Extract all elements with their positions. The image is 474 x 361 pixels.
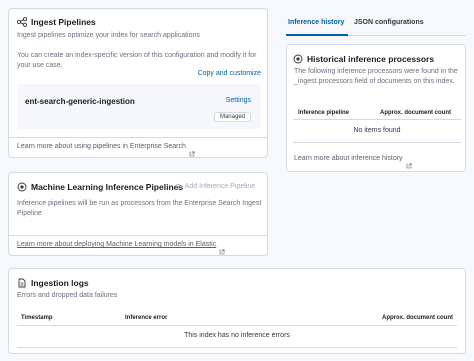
- divider: [9, 235, 267, 236]
- machine-learning-icon: [293, 54, 303, 64]
- col-timestamp: Timestamp: [21, 315, 53, 321]
- historical-title: Historical inference processors: [307, 54, 435, 64]
- col-inference-error: Inference error: [125, 315, 168, 321]
- divider: [9, 137, 267, 138]
- pipeline-name: ent-search-generic-ingestion: [25, 97, 135, 106]
- ingestion-logs-header: Ingestion logs: [17, 278, 89, 288]
- ingest-pipelines-subtitle: Ingest pipelines optimize your index for…: [17, 32, 200, 39]
- historical-empty-message: No items found: [353, 127, 401, 134]
- logs-empty-message: This index has no inference errors: [184, 332, 290, 339]
- add-inference-pipeline-label: Add Inference Pipeline: [184, 183, 256, 190]
- plus-icon: ⊕: [175, 182, 182, 191]
- ingestion-logs-subtitle: Errors and dropped data failures: [17, 292, 118, 299]
- historical-description: The following inference processors were …: [294, 68, 458, 85]
- ingestion-logs-panel: Ingestion logs Errors and dropped data f…: [8, 268, 466, 354]
- managed-badge: Managed: [213, 112, 251, 122]
- table-header-divider: [17, 325, 457, 326]
- col-inference-pipeline: Inference pipeline: [298, 110, 350, 116]
- ml-pipelines-header: Machine Learning Inference Pipelines: [17, 182, 183, 192]
- external-link-icon: [406, 156, 412, 168]
- ingestion-logs-title: Ingestion logs: [31, 278, 89, 288]
- col-document-count: Approx. document count: [380, 110, 451, 116]
- historical-inference-panel: Historical inference processors The foll…: [286, 44, 466, 172]
- machine-learning-icon: [17, 182, 27, 192]
- document-icon: [17, 278, 27, 288]
- ml-learn-more-row: Learn more about deploying Machine Learn…: [17, 241, 225, 254]
- ml-pipelines-title: Machine Learning Inference Pipelines: [31, 182, 184, 192]
- pipelines-learn-more-link[interactable]: Learn more about using pipelines in Ente…: [17, 143, 186, 150]
- right-column: Inference history JSON configurations Hi…: [286, 8, 466, 172]
- history-learn-more-link[interactable]: Learn more about inference history: [294, 155, 403, 162]
- ml-inference-pipelines-panel: Machine Learning Inference Pipelines ⊕ A…: [8, 172, 268, 256]
- table-header-divider: [293, 119, 461, 120]
- external-link-icon: [189, 144, 195, 156]
- tab-bar: Inference history JSON configurations: [286, 8, 466, 36]
- active-tab-indicator: [286, 34, 348, 36]
- ml-pipelines-description: Inference pipelines will be run as proce…: [17, 200, 262, 217]
- ingest-pipelines-panel: Ingest Pipelines Ingest pipelines optimi…: [8, 8, 268, 158]
- pipelines-learn-more-row: Learn more about using pipelines in Ente…: [17, 143, 195, 156]
- add-inference-pipeline-button[interactable]: ⊕ Add Inference Pipeline: [175, 182, 255, 191]
- external-link-icon: [219, 242, 225, 254]
- history-learn-more-row: Learn more about inference history: [294, 155, 412, 168]
- tab-inference-history[interactable]: Inference history: [288, 19, 344, 26]
- ingest-pipelines-header: Ingest Pipelines: [17, 17, 96, 27]
- pipeline-settings-link[interactable]: Settings: [226, 97, 251, 104]
- pipeline-icon: [17, 17, 27, 27]
- pipeline-card: ent-search-generic-ingestion Settings Ma…: [17, 84, 261, 129]
- ingest-pipelines-title: Ingest Pipelines: [31, 17, 96, 27]
- ingest-pipelines-description: You can create an index-specific version…: [17, 52, 257, 69]
- ml-learn-more-link[interactable]: Learn more about deploying Machine Learn…: [17, 241, 216, 248]
- table-bottom-divider: [17, 347, 457, 348]
- col-approx-document-count: Approx. document count: [382, 315, 453, 321]
- historical-header: Historical inference processors: [293, 54, 434, 64]
- table-bottom-divider: [293, 142, 461, 143]
- copy-and-customize-link[interactable]: Copy and customize: [198, 70, 261, 77]
- tab-json-configurations[interactable]: JSON configurations: [354, 19, 424, 26]
